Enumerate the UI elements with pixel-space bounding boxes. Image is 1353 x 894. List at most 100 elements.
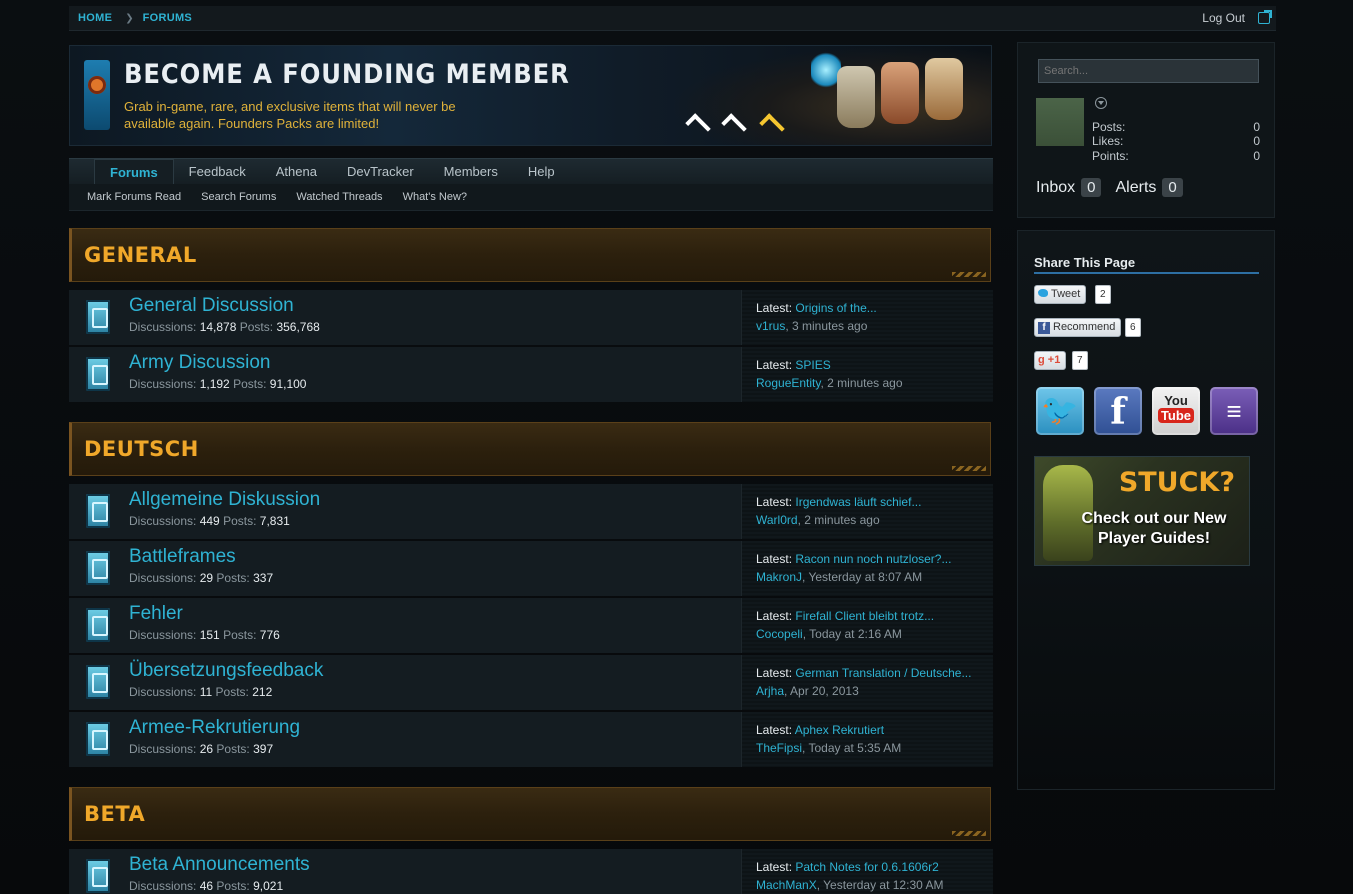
banner-title: BECOME A FOUNDING MEMBER (124, 59, 570, 90)
latest-thread-link[interactable]: Aphex Rekrutiert (795, 723, 884, 737)
breadcrumb-forums[interactable]: Forums (143, 12, 192, 24)
latest-thread-link[interactable]: Firefall Client bleibt trotz... (795, 609, 934, 623)
whats-new-link[interactable]: What's New? (393, 191, 477, 203)
forum-title[interactable]: Übersetzungsfeedback (129, 660, 323, 682)
forum-row: Army Discussion Discussions: 1,192 Posts… (69, 347, 993, 402)
share-panel: Share This Page Tweet 2 f Recommend 6 g +… (1017, 230, 1275, 790)
gplus-label: +1 (1047, 354, 1061, 366)
discussions-count: 14,878 (199, 320, 237, 334)
mask-icon (925, 58, 963, 120)
latest-user-link[interactable]: Arjha (756, 684, 784, 698)
tab-devtracker[interactable]: DevTracker (332, 159, 429, 185)
latest-user-link[interactable]: MakronJ (756, 570, 802, 584)
gplus-icon: g (1038, 354, 1045, 366)
tab-athena[interactable]: Athena (261, 159, 332, 185)
latest-user-link[interactable]: MachManX (756, 878, 817, 892)
latest-time: , 3 minutes ago (785, 319, 868, 333)
tab-feedback[interactable]: Feedback (174, 159, 261, 185)
watched-threads-link[interactable]: Watched Threads (286, 191, 392, 203)
chevron-down-icon[interactable] (1095, 97, 1107, 109)
latest-thread-link[interactable]: Irgendwas läuft schief... (795, 495, 921, 509)
search-input[interactable] (1038, 59, 1259, 83)
category-beta[interactable]: BETA (69, 787, 991, 841)
category-title[interactable]: GENERAL (84, 243, 197, 267)
forum-title[interactable]: Army Discussion (129, 352, 270, 374)
posts-count: 91,100 (269, 377, 307, 391)
discussions-count: 449 (199, 514, 220, 528)
twitch-icon[interactable]: ≡ (1210, 387, 1258, 435)
inbox-link[interactable]: Inbox (1036, 179, 1075, 197)
twitter-icon[interactable]: 🐦 (1036, 387, 1084, 435)
latest-user-link[interactable]: TheFipsi (756, 741, 802, 755)
avatar[interactable] (1036, 98, 1084, 146)
banner-artwork (671, 46, 991, 145)
stat-likes: Likes: 0 (1092, 134, 1260, 148)
tab-help[interactable]: Help (513, 159, 570, 185)
latest-user-link[interactable]: Cocopeli (756, 627, 803, 641)
recommend-button[interactable]: f Recommend (1034, 318, 1122, 337)
forum-title[interactable]: Beta Announcements (129, 854, 310, 876)
category-title[interactable]: DEUTSCH (84, 437, 199, 461)
posts-count: 337 (253, 571, 274, 585)
search-forums-link[interactable]: Search Forums (191, 191, 286, 203)
rank-chevron-icon (721, 113, 747, 139)
founders-banner[interactable]: BECOME A FOUNDING MEMBER Grab in-game, r… (69, 45, 992, 146)
mask-icon (837, 66, 875, 128)
latest-user-link[interactable]: v1rus (756, 319, 785, 333)
forum-icon (86, 722, 110, 756)
gplus-button[interactable]: g +1 (1034, 351, 1067, 370)
forum-title[interactable]: Fehler (129, 603, 183, 625)
posts-label: Posts: (223, 628, 257, 642)
latest-time: , 2 minutes ago (797, 513, 880, 527)
latest-post: Latest: SPIES RogueEntity, 2 minutes ago (756, 356, 903, 392)
forum-title[interactable]: General Discussion (129, 295, 294, 317)
stuck-title: STUCK? (1118, 467, 1235, 498)
alerts-link[interactable]: Alerts (1115, 179, 1156, 197)
forum-title[interactable]: Armee-Rekrutierung (129, 717, 300, 739)
stat-label: Likes: (1092, 134, 1124, 148)
inbox-badge[interactable]: 0 (1081, 178, 1102, 197)
latest-user-link[interactable]: Warl0rd (756, 513, 798, 527)
forum-title[interactable]: Battleframes (129, 546, 236, 568)
category-title[interactable]: BETA (84, 802, 145, 826)
latest-thread-link[interactable]: SPIES (795, 358, 830, 372)
forum-stats: Discussions: 26 Posts: 397 (129, 742, 273, 756)
tab-members[interactable]: Members (429, 159, 513, 185)
stat-value: 0 (1253, 120, 1260, 134)
latest-post: Latest: Irgendwas läuft schief... Warl0r… (756, 493, 921, 529)
rank-chevron-icon (759, 113, 785, 139)
player-guides-banner[interactable]: STUCK? Check out our New Player Guides! (1034, 456, 1250, 566)
tweet-count: 2 (1095, 285, 1111, 304)
stat-value: 0 (1253, 134, 1260, 148)
latest-post: Latest: Aphex Rekrutiert TheFipsi, Today… (756, 721, 901, 757)
latest-post: Latest: German Translation / Deutsche...… (756, 664, 971, 700)
category-general[interactable]: GENERAL (69, 228, 991, 282)
alerts-badge[interactable]: 0 (1162, 178, 1183, 197)
facebook-f-icon: f (1038, 322, 1050, 334)
stat-value: 0 (1253, 149, 1260, 163)
forum-title[interactable]: Allgemeine Diskussion (129, 489, 320, 511)
tab-forums[interactable]: Forums (94, 159, 174, 185)
logout-link[interactable]: Log Out (1202, 11, 1245, 25)
latest-user-link[interactable]: RogueEntity (756, 376, 820, 390)
external-link-icon[interactable] (1258, 10, 1272, 24)
user-panel: Posts: 0 Likes: 0 Points: 0 Inbox 0 Aler… (1017, 42, 1275, 218)
rank-chevron-icon (685, 113, 711, 139)
mark-forums-read-link[interactable]: Mark Forums Read (77, 191, 191, 203)
category-deutsch[interactable]: DEUTSCH (69, 422, 991, 476)
latest-thread-link[interactable]: Origins of the... (795, 301, 876, 315)
youtube-icon[interactable]: You Tube (1152, 387, 1200, 435)
posts-label: Posts: (223, 514, 257, 528)
sub-nav: Mark Forums Read Search Forums Watched T… (69, 184, 993, 211)
posts-label: Posts: (215, 685, 249, 699)
latest-post: Latest: Firefall Client bleibt trotz... … (756, 607, 934, 643)
facebook-icon[interactable]: f (1094, 387, 1142, 435)
latest-thread-link[interactable]: German Translation / Deutsche... (795, 666, 971, 680)
recommend-label: Recommend (1053, 321, 1116, 333)
latest-thread-link[interactable]: Patch Notes for 0.6.1606r2 (795, 860, 938, 874)
latest-thread-link[interactable]: Racon nun noch nutzloser?... (795, 552, 951, 566)
breadcrumb-home[interactable]: Home (78, 12, 112, 24)
stuck-subtitle: Check out our New Player Guides! (1081, 510, 1227, 547)
latest-time: , Today at 2:16 AM (802, 627, 902, 641)
tweet-button[interactable]: Tweet (1034, 285, 1087, 304)
